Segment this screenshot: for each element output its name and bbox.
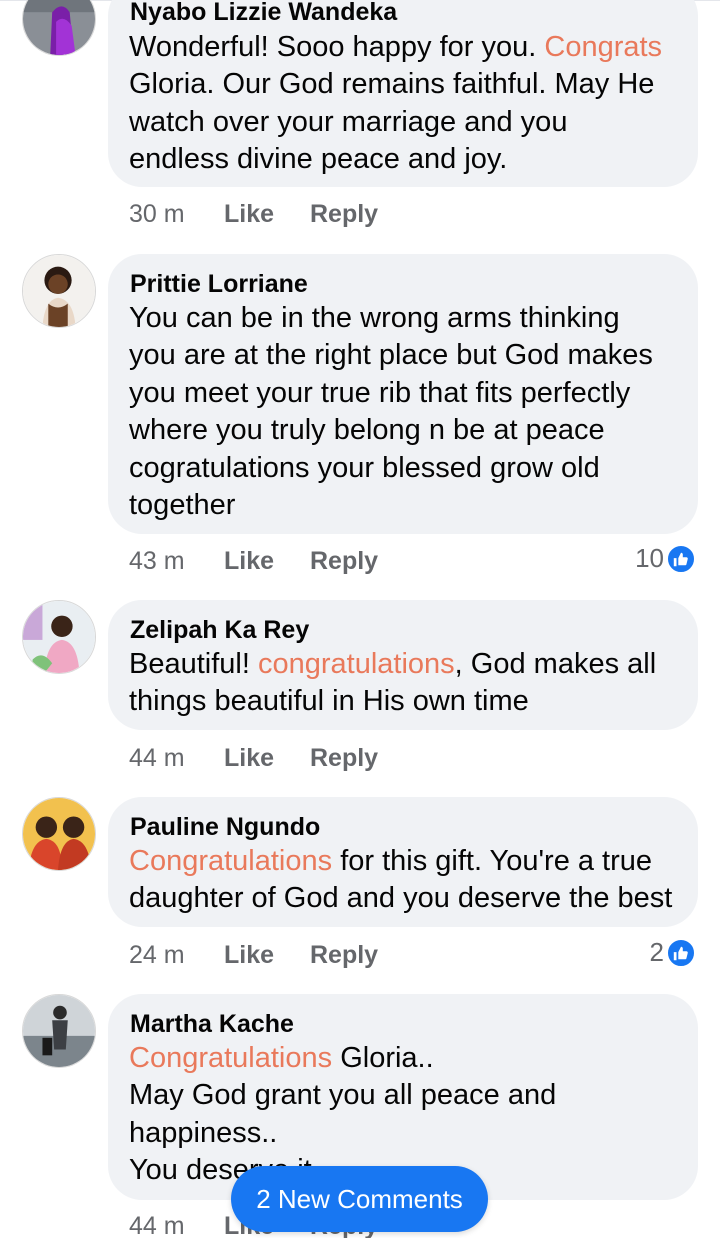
comment-text-line: things beautiful in His own time bbox=[129, 683, 682, 720]
comment-bubble: Pauline Ngundo Congratulations for this … bbox=[108, 797, 698, 927]
highlighted-word: Congratulations bbox=[129, 845, 333, 877]
like-reaction-icon bbox=[666, 937, 696, 968]
comment-text-line: you are at the right place but God makes bbox=[129, 337, 682, 374]
comment-author[interactable]: Martha Kache bbox=[130, 1010, 294, 1039]
comment-author[interactable]: Nyabo Lizzie Wandeka bbox=[130, 0, 397, 27]
comment-bubble: Zelipah Ka Rey Beautiful! congratulation… bbox=[108, 600, 698, 730]
like-button[interactable]: Like bbox=[224, 547, 310, 576]
text-segment: endless divine peace and joy. bbox=[129, 143, 508, 176]
comment-text: Wonderful! Sooo happy for you. Congrats G… bbox=[129, 29, 682, 179]
comment-author[interactable]: Pauline Ngundo bbox=[130, 813, 320, 842]
text-segment: daughter of God and you deserve the best bbox=[129, 882, 673, 915]
comment-text-line: together bbox=[129, 487, 682, 524]
text-segment: You can be in the wrong arms thinking bbox=[129, 302, 620, 334]
comment-text-line: daughter of God and you deserve the best bbox=[129, 880, 682, 917]
like-reaction-icon bbox=[666, 543, 696, 574]
avatar-group-photo-icon bbox=[23, 798, 95, 870]
avatar[interactable] bbox=[22, 994, 96, 1068]
avatar[interactable] bbox=[22, 600, 96, 674]
avatar-portrait-icon bbox=[23, 995, 95, 1067]
comment-text-line: Congratulations for this gift. You're a … bbox=[129, 843, 682, 880]
text-segment: Beautiful! bbox=[129, 648, 258, 680]
avatar[interactable] bbox=[22, 0, 96, 56]
text-segment: things beautiful in His own time bbox=[129, 685, 529, 718]
reaction-summary[interactable]: 10 bbox=[635, 543, 696, 574]
text-segment: , God makes all bbox=[454, 648, 657, 680]
comment-text-line: you meet your true rib that fits perfect… bbox=[129, 375, 682, 412]
text-segment: you are at the right place but God makes bbox=[129, 339, 653, 372]
avatar[interactable] bbox=[22, 254, 96, 328]
comment-actions: 24 m Like Reply bbox=[129, 941, 378, 970]
comment-timestamp: 43 m bbox=[129, 547, 185, 575]
comment-timestamp: 44 m bbox=[129, 744, 185, 772]
comment: Nyabo Lizzie Wandeka Wonderful! Sooo hap… bbox=[0, 0, 720, 240]
comment-text: You can be in the wrong arms thinking you… bbox=[129, 300, 682, 524]
comment-text-line: watch over your marriage and you bbox=[129, 104, 682, 141]
comment-text-line: cogratulations your blessed grow old bbox=[129, 450, 682, 487]
text-segment: where you truly belong n be at peace bbox=[129, 414, 605, 447]
comment-timestamp: 30 m bbox=[129, 200, 185, 228]
comment-actions: 43 m Like Reply bbox=[129, 547, 378, 576]
comment-text-line: Wonderful! Sooo happy for you. Congrats bbox=[129, 29, 682, 66]
comment-actions: 44 m LikeReply bbox=[129, 744, 378, 773]
reaction-count: 10 bbox=[635, 543, 664, 573]
comment-text-line: You can be in the wrong arms thinking bbox=[129, 300, 682, 337]
text-segment: Wonderful! Sooo happy for you. bbox=[129, 31, 545, 63]
comment-author[interactable]: Prittie Lorriane bbox=[130, 270, 308, 299]
new-comments-button[interactable]: 2 New Comments bbox=[231, 1166, 488, 1232]
text-segment: you meet your true rib that fits perfect… bbox=[129, 376, 631, 409]
comment-text-line: Beautiful! congratulations, God makes al… bbox=[129, 646, 682, 683]
reply-button[interactable]: Reply bbox=[310, 941, 378, 970]
text-segment: watch over your marriage and you bbox=[129, 105, 568, 138]
comment-timestamp: 44 m bbox=[129, 1212, 185, 1238]
highlighted-word: Congratulations bbox=[129, 1042, 333, 1074]
highlighted-word: Congrats bbox=[544, 31, 663, 63]
comment-author[interactable]: Zelipah Ka Rey bbox=[130, 616, 309, 645]
text-segment: Gloria. Our God remains faithful. May He bbox=[129, 68, 655, 101]
reply-button[interactable]: Reply bbox=[310, 547, 378, 576]
comment-text-line: endless divine peace and joy. bbox=[129, 141, 682, 178]
like-button[interactable]: Like bbox=[224, 200, 310, 229]
text-segment: happiness.. bbox=[129, 1116, 278, 1149]
avatar-portrait-icon bbox=[23, 601, 95, 673]
text-segment: Gloria.. bbox=[332, 1042, 434, 1074]
comment-text-line: Gloria. Our God remains faithful. May He bbox=[129, 66, 682, 103]
text-segment: together bbox=[129, 489, 236, 522]
avatar-purple-portrait-icon bbox=[23, 0, 95, 55]
comment-bubble: Prittie Lorriane You can be in the wrong… bbox=[108, 254, 698, 534]
reply-button[interactable]: Reply bbox=[310, 200, 378, 229]
comment-text-line: Congratulations Gloria.. bbox=[129, 1040, 682, 1077]
comment-bubble: Nyabo Lizzie Wandeka Wonderful! Sooo hap… bbox=[108, 0, 698, 187]
avatar-portrait-icon bbox=[23, 255, 95, 327]
like-button[interactable]: Like bbox=[224, 941, 310, 970]
text-segment: cogratulations your blessed grow old bbox=[129, 451, 600, 484]
comment-text-line: where you truly belong n be at peace bbox=[129, 412, 682, 449]
like-button[interactable]: Like bbox=[224, 744, 310, 773]
comment-text: Beautiful! congratulations, God makes al… bbox=[129, 646, 682, 721]
comment-text: Congratulations for this gift. You're a … bbox=[129, 843, 682, 918]
highlighted-word: congratulations bbox=[257, 648, 455, 680]
reply-button[interactable]: Reply bbox=[310, 744, 378, 773]
avatar[interactable] bbox=[22, 797, 96, 871]
reaction-summary[interactable]: 2 bbox=[650, 937, 696, 968]
comment-text-line: May God grant you all peace and bbox=[129, 1077, 682, 1114]
comment-actions: 30 m Like Reply bbox=[129, 200, 378, 229]
text-segment: for this gift. You're a true bbox=[332, 845, 653, 877]
comment-timestamp: 24 m bbox=[129, 941, 185, 969]
text-segment: May God grant you all peace and bbox=[129, 1079, 557, 1112]
comment-text-line: happiness.. bbox=[129, 1115, 682, 1152]
reaction-count: 2 bbox=[649, 937, 664, 967]
